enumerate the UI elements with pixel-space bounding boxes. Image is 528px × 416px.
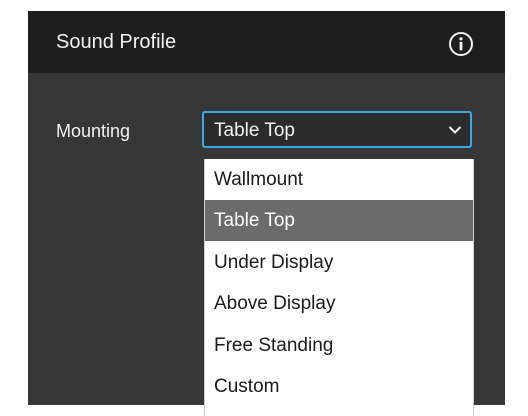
option-above-display[interactable]: Above Display xyxy=(205,283,473,324)
panel-title: Sound Profile xyxy=(56,31,177,53)
mounting-select[interactable]: Table Top xyxy=(202,111,472,148)
mounting-label: Mounting xyxy=(56,121,131,141)
sound-profile-panel: Sound Profile Mounting Table Top Wallmou… xyxy=(28,11,505,416)
mounting-options-list: Wallmount Table Top Under Display Above … xyxy=(204,159,474,416)
option-wallmount[interactable]: Wallmount xyxy=(205,159,473,200)
chevron-down-icon xyxy=(448,126,462,134)
info-icon[interactable] xyxy=(448,31,474,57)
panel-header: Sound Profile xyxy=(28,11,505,73)
mounting-selected-value: Table Top xyxy=(214,120,295,141)
option-custom[interactable]: Custom xyxy=(205,366,473,407)
option-free-standing[interactable]: Free Standing xyxy=(205,325,473,366)
option-under-display[interactable]: Under Display xyxy=(205,242,473,283)
option-table-top[interactable]: Table Top xyxy=(205,200,473,241)
